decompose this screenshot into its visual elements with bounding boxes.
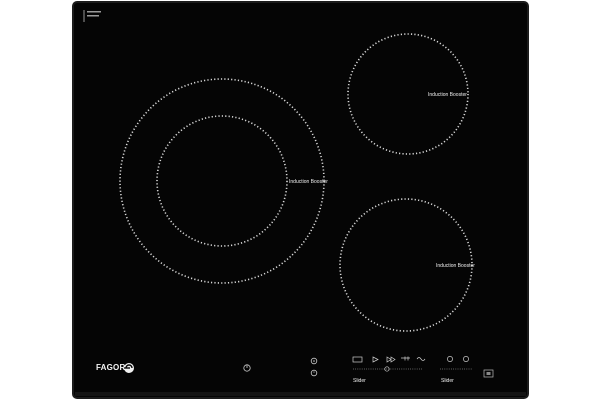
cooktop-photo: Induction Booster Induction Booster Indu… bbox=[0, 0, 600, 400]
brand-logo-icon bbox=[124, 363, 134, 373]
status-display-segment bbox=[486, 372, 491, 375]
cooktop-glass-surface bbox=[72, 1, 529, 399]
corner-mark-text bbox=[87, 15, 99, 17]
glass-panel bbox=[72, 1, 529, 399]
zone-label-large: Induction Booster bbox=[289, 179, 328, 185]
corner-mark-text bbox=[87, 11, 101, 13]
zone-label-top-right: Induction Booster bbox=[428, 92, 467, 98]
panel-bottom-edge bbox=[75, 392, 526, 396]
slider-right-label: Slider bbox=[441, 378, 454, 384]
slider-left-label: Slider bbox=[353, 378, 366, 384]
brand-logo: FAGOR bbox=[96, 363, 126, 372]
zone-label-bottom-right: Induction Booster bbox=[436, 263, 475, 269]
